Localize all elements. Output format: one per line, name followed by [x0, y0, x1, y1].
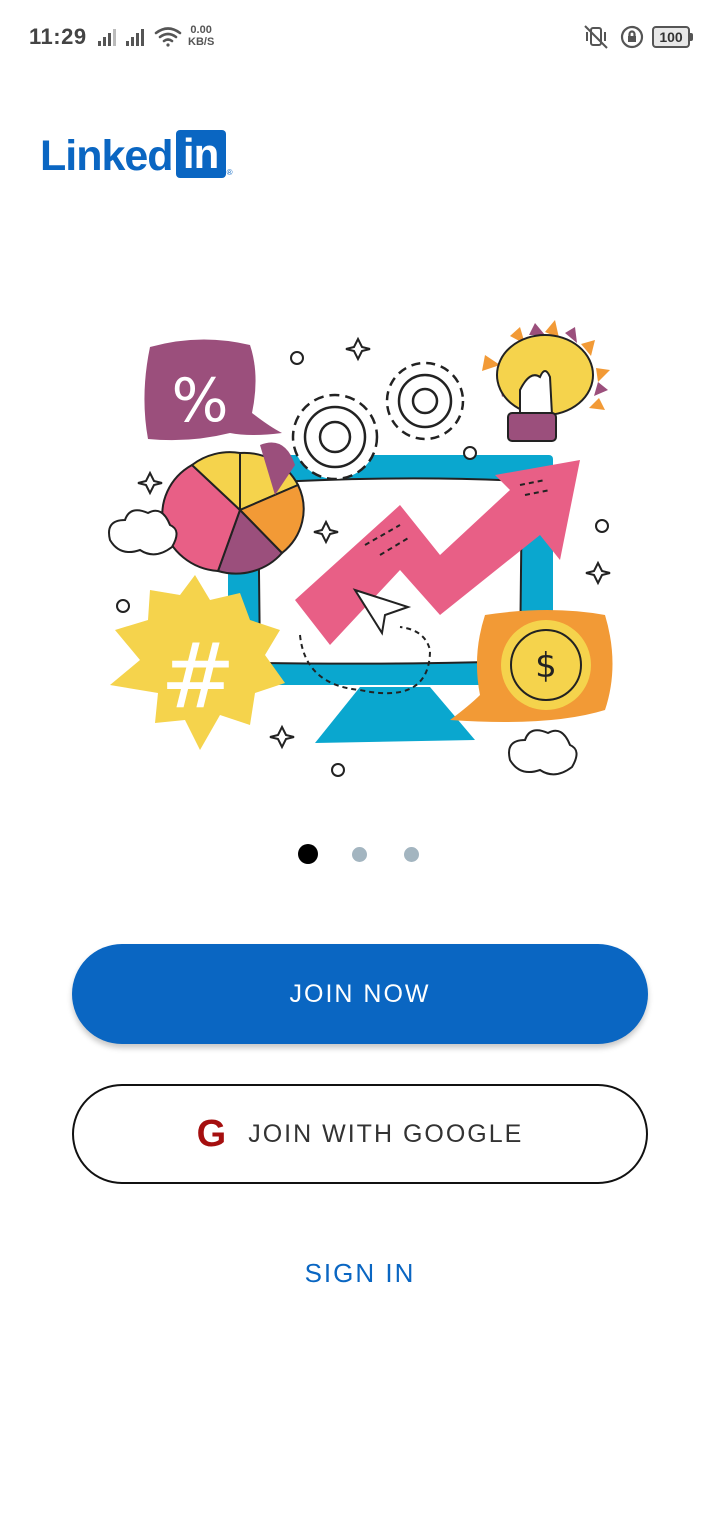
logo-in-box: in	[175, 130, 226, 178]
vibrate-icon	[584, 25, 608, 49]
join-now-button[interactable]: JOIN NOW	[72, 944, 648, 1044]
google-icon: G	[196, 1113, 227, 1155]
percent-bubble-icon: %	[144, 339, 282, 441]
status-bar: 11:29 0.00 KB/S 100	[0, 0, 720, 76]
network-speed-unit: KB/S	[188, 36, 215, 48]
page-dot-2[interactable]	[352, 847, 367, 862]
signal-icon	[98, 29, 116, 46]
network-speed: 0.00 KB/S	[188, 24, 214, 48]
signal-icon	[126, 29, 144, 46]
logo-registered-mark: ®	[226, 168, 233, 177]
status-right-icons	[584, 25, 644, 49]
page-dot-3[interactable]	[404, 847, 419, 862]
linkedin-logo: Linked in ®	[40, 128, 232, 178]
sign-in-link[interactable]: SIGN IN	[0, 1258, 720, 1289]
page-indicator	[0, 844, 720, 864]
status-time: 11:29	[29, 24, 87, 49]
pie-chart-icon	[161, 442, 305, 575]
join-with-google-label: JOIN WITH GOOGLE	[248, 1119, 524, 1148]
marketing-growth-illustration: % # $	[108, 320, 613, 777]
lightbulb-icon	[482, 320, 610, 442]
page-dot-1-active[interactable]	[298, 844, 318, 864]
svg-text:$: $	[535, 646, 557, 686]
rotation-lock-icon	[620, 25, 644, 49]
logo-wordmark: Linked	[40, 132, 174, 180]
join-now-label: JOIN NOW	[289, 979, 431, 1008]
battery-icon: 100	[652, 26, 693, 48]
svg-text:#: #	[160, 624, 235, 729]
wifi-icon	[154, 27, 182, 47]
network-speed-value: 0.00	[190, 24, 212, 36]
join-with-google-button[interactable]: G JOIN WITH GOOGLE	[72, 1084, 648, 1184]
status-signal-wifi-icons	[98, 27, 182, 47]
svg-text:%: %	[171, 366, 228, 436]
